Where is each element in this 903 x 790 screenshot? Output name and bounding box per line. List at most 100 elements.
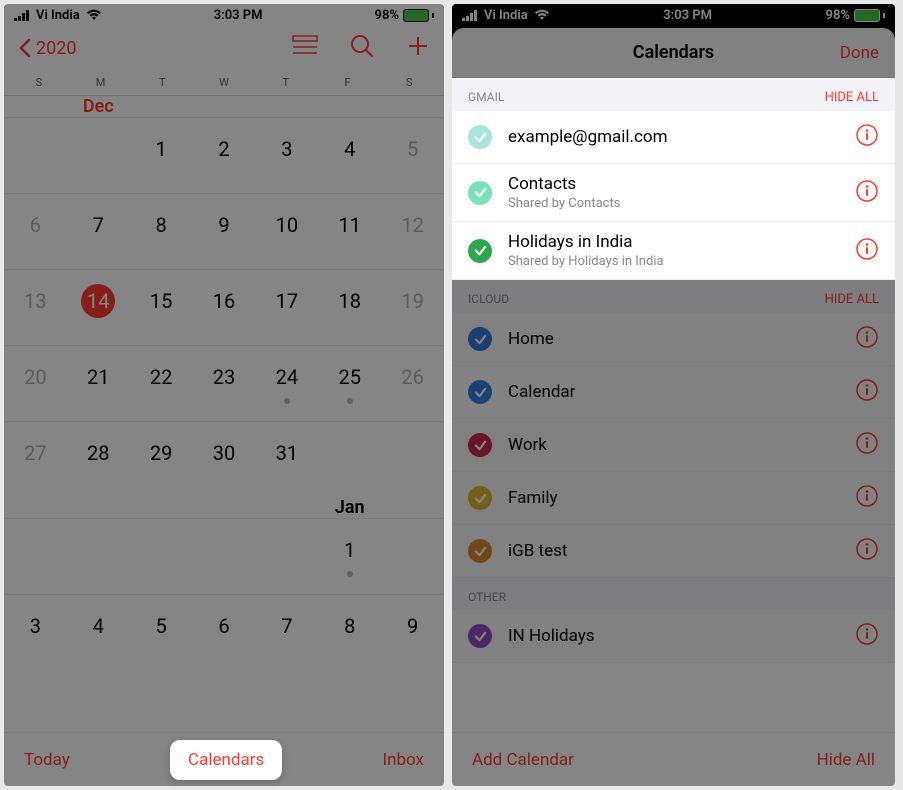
calendar-item[interactable]: Holidays in IndiaShared by Holidays in I… [452, 222, 895, 280]
calendar-day-cell[interactable]: 6 [193, 603, 256, 670]
calendar-day-cell[interactable]: 6 [4, 202, 67, 269]
calendar-check-icon[interactable] [468, 486, 492, 510]
hide-all-gmail-button[interactable]: HIDE ALL [825, 90, 879, 105]
cellular-signal-icon [462, 10, 478, 21]
day-number: 5 [396, 132, 430, 166]
add-calendar-button[interactable]: Add Calendar [472, 750, 574, 770]
calendar-day-cell[interactable]: 4 [67, 603, 130, 670]
list-view-icon[interactable] [292, 35, 318, 61]
day-number: 3 [270, 132, 304, 166]
calendar-day-cell[interactable]: 1 [318, 527, 381, 594]
calendar-day-cell[interactable]: 27 [4, 430, 67, 497]
day-number: 5 [144, 609, 178, 643]
calendar-day-cell[interactable]: 13 [4, 278, 67, 345]
calendar-day-cell[interactable]: 11 [318, 202, 381, 269]
calendar-day-cell[interactable]: 20 [4, 354, 67, 421]
calendar-day-cell[interactable]: 16 [193, 278, 256, 345]
info-icon[interactable] [855, 622, 879, 650]
calendar-item[interactable]: iGB test [452, 525, 895, 578]
calendar-day-cell [381, 430, 444, 497]
calendar-item[interactable]: Home [452, 313, 895, 366]
calendar-day-cell[interactable]: 28 [67, 430, 130, 497]
calendar-item-title: Contacts [508, 174, 855, 194]
december-grid: 1234567891011121314151617181920212223242… [4, 117, 444, 497]
calendar-day-cell[interactable]: 26 [381, 354, 444, 421]
calendar-day-cell[interactable]: 21 [67, 354, 130, 421]
info-icon[interactable] [855, 537, 879, 565]
calendar-day-cell[interactable]: 22 [130, 354, 193, 421]
calendar-day-cell[interactable]: 25 [318, 354, 381, 421]
calendar-item[interactable]: Work [452, 419, 895, 472]
calendar-item[interactable]: example@gmail.com [452, 111, 895, 164]
calendar-day-cell[interactable]: 1 [130, 126, 193, 193]
calendar-day-cell[interactable]: 12 [381, 202, 444, 269]
info-icon[interactable] [855, 325, 879, 353]
calendar-item[interactable]: Calendar [452, 366, 895, 419]
info-icon[interactable] [855, 123, 879, 151]
calendar-day-cell [381, 527, 444, 594]
calendars-button[interactable]: Calendars [170, 740, 282, 780]
hide-all-bottom-button[interactable]: Hide All [817, 750, 875, 770]
day-number: 24 [270, 360, 304, 394]
calendar-day-cell[interactable]: 5 [130, 603, 193, 670]
calendar-day-cell[interactable]: 17 [255, 278, 318, 345]
info-icon[interactable] [855, 484, 879, 512]
info-icon[interactable] [855, 179, 879, 207]
day-number: 6 [18, 208, 52, 242]
calendar-check-icon[interactable] [468, 239, 492, 263]
calendar-day-cell [255, 527, 318, 594]
search-icon[interactable] [350, 34, 374, 62]
calendar-day-cell[interactable]: 18 [318, 278, 381, 345]
info-icon[interactable] [855, 431, 879, 459]
calendar-check-icon[interactable] [468, 539, 492, 563]
calendar-day-cell[interactable]: 4 [318, 126, 381, 193]
calendar-day-cell[interactable]: 19 [381, 278, 444, 345]
calendar-check-icon[interactable] [468, 125, 492, 149]
calendar-day-cell[interactable]: 9 [193, 202, 256, 269]
today-button[interactable]: Today [24, 750, 70, 770]
calendar-item-title: Calendar [508, 382, 855, 402]
calendar-day-cell[interactable]: 30 [193, 430, 256, 497]
calendar-day-cell[interactable]: 7 [67, 202, 130, 269]
add-event-icon[interactable] [406, 34, 430, 62]
calendar-nav-bar: 2020 [4, 26, 444, 70]
calendar-check-icon[interactable] [468, 380, 492, 404]
wifi-icon [534, 9, 550, 21]
back-to-year-button[interactable]: 2020 [18, 38, 76, 59]
month-label-jan: Jan [318, 497, 381, 518]
calendar-day-cell[interactable]: 29 [130, 430, 193, 497]
hide-all-icloud-button[interactable]: HIDE ALL [825, 292, 879, 307]
calendar-check-icon[interactable] [468, 433, 492, 457]
calendar-item[interactable]: IN Holidays [452, 610, 895, 663]
calendar-item[interactable]: Family [452, 472, 895, 525]
info-icon[interactable] [855, 378, 879, 406]
done-button[interactable]: Done [840, 43, 879, 63]
calendar-day-cell[interactable]: 8 [130, 202, 193, 269]
calendar-item[interactable]: ContactsShared by Contacts [452, 164, 895, 222]
calendar-week-row: 12345 [4, 117, 444, 193]
inbox-button[interactable]: Inbox [382, 750, 424, 770]
calendar-day-cell[interactable]: 31 [255, 430, 318, 497]
gmail-section-header: GMAIL HIDE ALL [452, 78, 895, 111]
calendar-day-cell[interactable]: 8 [318, 603, 381, 670]
calendar-check-icon[interactable] [468, 181, 492, 205]
calendar-day-cell[interactable]: 10 [255, 202, 318, 269]
calendar-check-icon[interactable] [468, 327, 492, 351]
calendar-day-cell[interactable]: 15 [130, 278, 193, 345]
calendar-day-cell[interactable]: 3 [4, 603, 67, 670]
calendar-day-cell[interactable]: 5 [381, 126, 444, 193]
calendar-day-cell[interactable]: 3 [255, 126, 318, 193]
calendar-day-cell[interactable]: 24 [255, 354, 318, 421]
battery-icon [854, 9, 885, 22]
calendar-day-cell[interactable]: 23 [193, 354, 256, 421]
calendar-day-cell[interactable]: 14 [67, 278, 130, 345]
day-number: 1 [333, 533, 367, 567]
info-icon[interactable] [855, 237, 879, 265]
calendar-day-cell[interactable]: 7 [255, 603, 318, 670]
day-number: 12 [396, 208, 430, 242]
day-number: 8 [333, 609, 367, 643]
calendar-day-cell[interactable]: 9 [381, 603, 444, 670]
calendar-check-icon[interactable] [468, 624, 492, 648]
calendar-day-cell[interactable]: 2 [193, 126, 256, 193]
day-number: 15 [144, 284, 178, 318]
